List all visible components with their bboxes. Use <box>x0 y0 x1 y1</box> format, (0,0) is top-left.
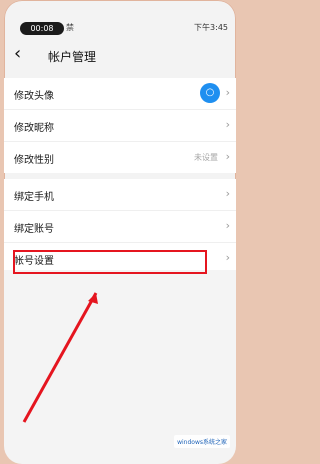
status-time: 00:08 <box>20 22 64 35</box>
row-label: 修改昵称 <box>14 123 54 134</box>
row-change-gender[interactable]: 修改性别 未设置 › <box>4 142 236 173</box>
back-icon[interactable]: ‹ <box>14 43 21 64</box>
chevron-right-icon: › <box>225 118 230 131</box>
status-left-icons: 禁 <box>66 23 74 32</box>
row-change-avatar[interactable]: 修改头像 ○ › <box>4 78 236 110</box>
avatar: ○ <box>200 83 220 103</box>
chevron-right-icon: › <box>225 251 230 264</box>
row-label: 绑定手机 <box>14 192 54 203</box>
chevron-right-icon: › <box>225 86 230 99</box>
row-bind-account[interactable]: 绑定账号 › <box>4 211 236 243</box>
page-header: ‹ 帐户管理 <box>4 40 236 72</box>
phone-screen: 00:08 禁 下午3:45 ‹ 帐户管理 修改头像 ○ › 修改昵称 › 修改… <box>4 0 236 464</box>
highlight-annotation <box>13 250 207 274</box>
profile-group: 修改头像 ○ › 修改昵称 › 修改性别 未设置 › <box>4 78 236 173</box>
row-change-nickname[interactable]: 修改昵称 › <box>4 110 236 142</box>
status-clock: 下午3:45 <box>194 23 228 32</box>
row-label: 绑定账号 <box>14 224 54 235</box>
row-label: 修改头像 <box>14 91 54 102</box>
page-title: 帐户管理 <box>48 50 97 64</box>
watermark: windows系统之家 <box>174 435 230 448</box>
row-bind-phone[interactable]: 绑定手机 › <box>4 179 236 211</box>
row-label: 修改性别 <box>14 155 54 166</box>
gender-value: 未设置 <box>194 153 218 162</box>
chevron-right-icon: › <box>225 219 230 232</box>
chevron-right-icon: › <box>225 150 230 163</box>
chevron-right-icon: › <box>225 187 230 200</box>
status-bar: 00:08 禁 下午3:45 <box>4 18 236 40</box>
